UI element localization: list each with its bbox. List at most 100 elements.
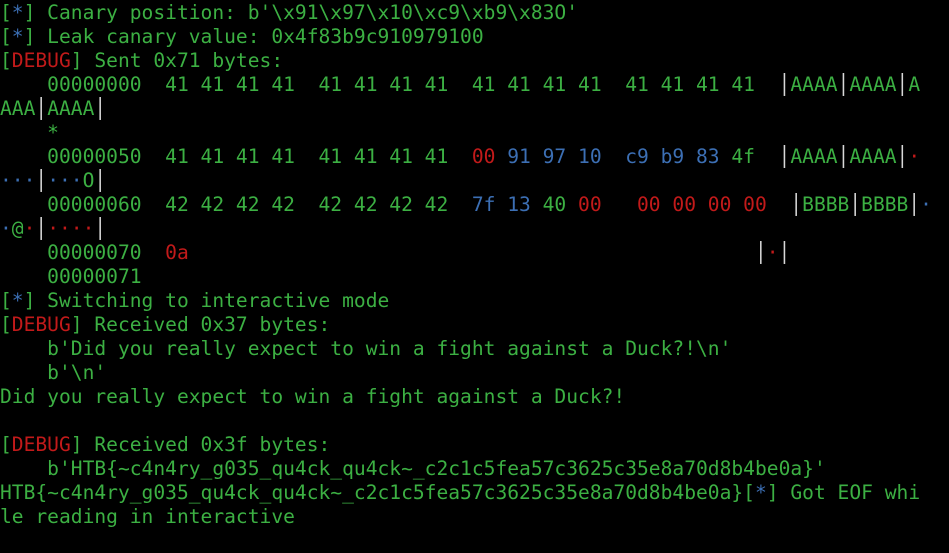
terminal-text-segment: ] Got EOF whi — [766, 481, 921, 504]
terminal-text-segment: 00000000 41 41 41 41 41 41 41 41 41 41 4… — [0, 73, 779, 96]
terminal-line: HTB{~c4n4ry_g035_qu4ck_qu4ck~_c2c1c5fea5… — [0, 481, 949, 505]
terminal-text-segment: · — [766, 241, 779, 264]
terminal-text-segment: BBBB — [861, 193, 909, 216]
terminal-line: [*] Leak canary value: 0x4f83b9c91097910… — [0, 25, 949, 49]
terminal-text-segment: AAAA — [849, 145, 897, 168]
terminal-line: ·@·│····│ — [0, 217, 949, 241]
terminal-text-segment: · — [908, 145, 921, 168]
terminal-text-segment: b'HTB{~c4n4ry_g035_qu4ck_qu4ck~_c2c1c5fe… — [0, 457, 826, 480]
terminal-line: b'HTB{~c4n4ry_g035_qu4ck_qu4ck~_c2c1c5fe… — [0, 457, 949, 481]
terminal-text-segment: │ — [790, 193, 803, 216]
terminal-text-segment: 00000071 — [0, 265, 142, 288]
terminal-text-segment: * — [11, 1, 24, 24]
terminal-text-segment: AAA — [0, 97, 36, 120]
terminal-text-segment: │ — [837, 73, 850, 96]
terminal-text-segment: │ — [35, 217, 48, 240]
terminal-text-segment: * — [11, 25, 24, 48]
terminal-text-segment: * — [0, 121, 59, 144]
terminal-text-segment: 91 97 10 c9 b9 83 — [495, 145, 732, 168]
terminal-text-segment: ] Sent 0x71 bytes: — [70, 49, 284, 72]
terminal-text-segment: │ — [35, 169, 48, 192]
terminal-line: b'Did you really expect to win a fight a… — [0, 337, 949, 361]
terminal-line: le reading in interactive — [0, 505, 949, 529]
terminal-line: Did you really expect to win a fight aga… — [0, 385, 949, 409]
terminal-text-segment: 00000060 42 42 42 42 42 42 42 42 — [0, 193, 472, 216]
terminal-text-segment: ] Leak canary value: 0x4f83b9c910979100 — [23, 25, 484, 48]
terminal-text-segment: 7f 13 — [471, 193, 543, 216]
terminal-text-segment: AAAA — [849, 73, 897, 96]
terminal-line: 00000060 42 42 42 42 42 42 42 42 7f 13 4… — [0, 193, 949, 217]
terminal-text-segment: DEBUG — [11, 313, 71, 336]
terminal-line: [DEBUG] Received 0x3f bytes: — [0, 433, 949, 457]
terminal-line: 00000000 41 41 41 41 41 41 41 41 41 41 4… — [0, 73, 949, 97]
terminal-text-segment: DEBUG — [11, 49, 71, 72]
terminal-text-segment: │ — [837, 145, 850, 168]
terminal-text-segment: │ — [896, 145, 909, 168]
terminal-text-segment: Did you really expect to win a fight aga… — [0, 385, 626, 408]
terminal-text-segment: ] Received 0x3f bytes: — [70, 433, 331, 456]
terminal-text-segment: ] Received 0x37 bytes: — [70, 313, 331, 336]
terminal-text-segment: [ — [0, 49, 12, 72]
terminal-text-segment: │ — [94, 97, 107, 120]
terminal-text-segment: le reading in interactive — [0, 505, 295, 528]
terminal-text-segment: ··· — [47, 169, 83, 192]
terminal-text-segment: 00000070 — [0, 241, 166, 264]
terminal-window[interactable]: [*] Canary position: b'\x91\x97\x10\xc9\… — [0, 0, 949, 553]
terminal-text-segment: 0a — [165, 241, 189, 264]
terminal-text-segment: @ — [11, 217, 24, 240]
terminal-text-segment: [ — [0, 25, 12, 48]
terminal-text-segment: AAAA — [790, 73, 838, 96]
terminal-text-segment: · — [0, 217, 12, 240]
terminal-text-segment: 00 — [471, 145, 496, 168]
terminal-text-segment: │ — [94, 217, 107, 240]
terminal-text-segment: │ — [35, 97, 48, 120]
terminal-text-segment: │ — [849, 193, 862, 216]
terminal-text-segment: 00 00 00 00 00 — [578, 193, 791, 216]
terminal-text-segment: │ — [94, 169, 107, 192]
terminal-text-segment: │ — [778, 145, 791, 168]
terminal-line: * — [0, 121, 949, 145]
terminal-line: ···│···O│ — [0, 169, 949, 193]
terminal-text-segment: ] Switching to interactive mode — [23, 289, 390, 312]
terminal-text-segment: O — [82, 169, 95, 192]
terminal-text-segment: 00000050 41 41 41 41 41 41 41 41 — [0, 145, 472, 168]
terminal-text-segment: HTB{~c4n4ry_g035_qu4ck_qu4ck~_c2c1c5fea5… — [0, 481, 755, 504]
terminal-text-segment: b'Did you really expect to win a fight a… — [0, 337, 732, 360]
terminal-text-segment: ···· — [47, 217, 95, 240]
terminal-line: 00000070 0a │·│ — [0, 241, 949, 265]
terminal-text-segment: · — [920, 193, 932, 216]
terminal-line: [*] Canary position: b'\x91\x97\x10\xc9\… — [0, 1, 949, 25]
terminal-text-segment: │ — [778, 241, 791, 264]
terminal-text-segment: A — [908, 73, 921, 96]
terminal-text-segment: ] Canary position: b'\x91\x97\x10\xc9\xb… — [23, 1, 579, 24]
terminal-line: [DEBUG] Sent 0x71 bytes: — [0, 49, 949, 73]
terminal-text-segment: * — [11, 289, 24, 312]
terminal-line: 00000050 41 41 41 41 41 41 41 41 00 91 9… — [0, 145, 949, 169]
terminal-text-segment: AAAA — [47, 97, 95, 120]
terminal-text-segment: │ — [896, 73, 909, 96]
terminal-output: [*] Canary position: b'\x91\x97\x10\xc9\… — [0, 1, 949, 529]
terminal-text-segment: 40 — [542, 193, 579, 216]
terminal-text-segment: * — [754, 481, 767, 504]
prompt-line[interactable]: $ — [0, 529, 949, 553]
terminal-text-segment: │ — [908, 193, 921, 216]
terminal-line: [DEBUG] Received 0x37 bytes: — [0, 313, 949, 337]
terminal-text-segment: [ — [0, 1, 12, 24]
terminal-text-segment: AAAA — [790, 145, 838, 168]
terminal-text-segment: [ — [0, 289, 12, 312]
terminal-line: AAA│AAAA│ — [0, 97, 949, 121]
terminal-line: [*] Switching to interactive mode — [0, 289, 949, 313]
terminal-line: b'\n' — [0, 361, 949, 385]
terminal-text-segment: [ — [0, 433, 12, 456]
terminal-text-segment: · — [23, 217, 36, 240]
terminal-line: 00000071 — [0, 265, 949, 289]
terminal-text-segment: BBBB — [802, 193, 850, 216]
terminal-text-segment: 4f — [731, 145, 779, 168]
terminal-text-segment: [ — [0, 313, 12, 336]
terminal-text-segment: │ — [754, 241, 767, 264]
terminal-text-segment: DEBUG — [11, 433, 71, 456]
terminal-text-segment: b'\n' — [0, 361, 107, 384]
terminal-text-segment: ··· — [0, 169, 36, 192]
